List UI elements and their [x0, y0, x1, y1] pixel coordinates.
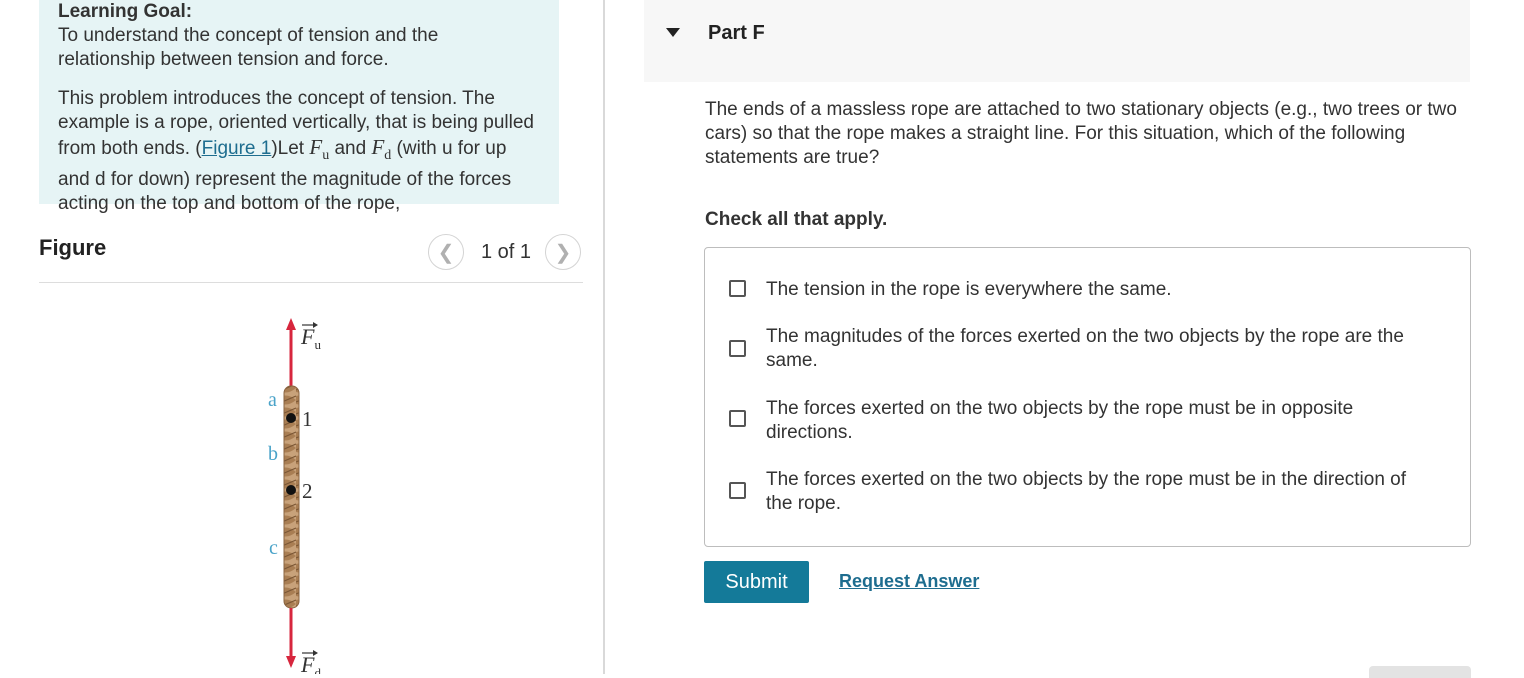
next-figure-button[interactable]: ❯	[545, 234, 581, 270]
submit-button[interactable]: Submit	[704, 561, 809, 603]
part-title: Part F	[708, 22, 765, 44]
left-panel: Learning Goal: To understand the concept…	[0, 0, 604, 674]
point-1-dot	[286, 413, 296, 423]
force-up-arrowhead	[286, 318, 296, 330]
option-1-checkbox[interactable]	[729, 280, 746, 297]
panel-divider[interactable]	[603, 0, 605, 674]
rope-figure: Fu Fd a b c 1 2	[268, 318, 321, 674]
learning-goal-heading: Learning Goal:	[58, 1, 193, 22]
option-2-checkbox[interactable]	[729, 340, 746, 357]
option-2-label[interactable]: The magnitudes of the forces exerted on …	[766, 325, 1436, 373]
force-down-symbol: Fd	[371, 135, 392, 164]
label-a: a	[268, 389, 277, 411]
force-down-label: Fd	[300, 652, 321, 674]
chevron-right-icon: ❯	[554, 241, 572, 264]
options-list: The tension in the rope is everywhere th…	[704, 247, 1471, 547]
point-2-dot	[286, 485, 296, 495]
learning-goal-text: To understand the concept of tension and…	[58, 25, 439, 70]
instruction-text: Check all that apply.	[705, 209, 888, 230]
force-up-label: Fu	[300, 324, 321, 352]
figure-header: Figure ❮ 1 of 1 ❯	[39, 230, 583, 283]
option-3-label[interactable]: The forces exerted on the two objects by…	[766, 397, 1436, 445]
force-down-arrowhead	[286, 656, 296, 668]
chevron-left-icon: ❮	[437, 241, 455, 264]
option-1-label[interactable]: The tension in the rope is everywhere th…	[766, 278, 1436, 302]
force-up-symbol: Fu	[309, 135, 330, 164]
label-point-1: 1	[302, 407, 313, 431]
part-header[interactable]: Part F	[644, 0, 1470, 82]
option-4-label[interactable]: The forces exerted on the two objects by…	[766, 468, 1436, 516]
problem-text-3: and	[329, 138, 372, 159]
option-3-checkbox[interactable]	[729, 410, 746, 427]
figure-counter: 1 of 1	[481, 241, 532, 263]
question-text: The ends of a massless rope are attached…	[705, 99, 1457, 168]
bottom-edge-tab	[1369, 666, 1471, 678]
figure-1-link[interactable]: Figure 1	[202, 138, 272, 159]
label-point-2: 2	[302, 479, 313, 503]
label-c: c	[269, 537, 278, 559]
previous-figure-button[interactable]: ❮	[428, 234, 464, 270]
option-4-checkbox[interactable]	[729, 482, 746, 499]
request-answer-link[interactable]: Request Answer	[839, 571, 979, 592]
learning-goal-box: Learning Goal: To understand the concept…	[39, 0, 559, 214]
caret-down-icon[interactable]	[666, 28, 680, 37]
problem-intro: This problem introduces the concept of t…	[58, 87, 537, 216]
label-b: b	[268, 443, 278, 465]
figure-title: Figure	[39, 235, 107, 260]
problem-text-2: )Let	[271, 138, 310, 159]
